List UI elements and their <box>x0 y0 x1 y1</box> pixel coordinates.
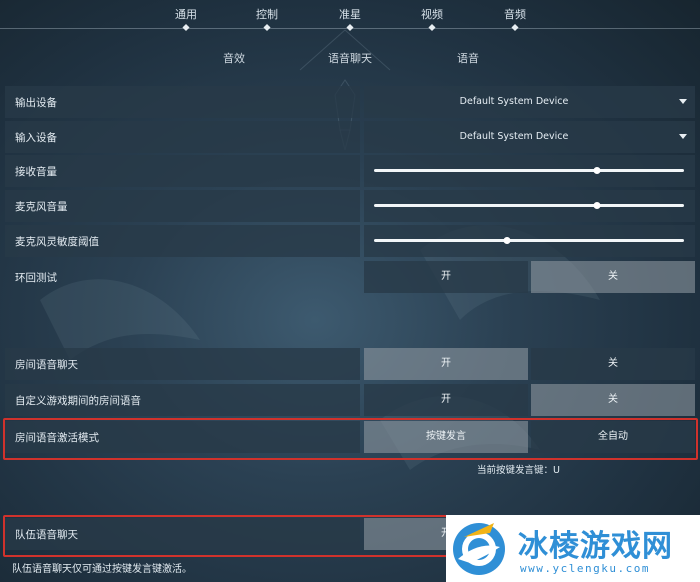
setting-row-mic-volume: 麦克风音量 <box>5 190 695 222</box>
setting-row-custom-game-party-voice: 自定义游戏期间的房间语音 开 关 <box>5 384 695 416</box>
slider-thumb[interactable] <box>593 167 601 174</box>
setting-label: 接收音量 <box>15 166 57 178</box>
setting-row-output-device: 输出设备 Default System Device <box>5 86 695 118</box>
highlight-box <box>3 418 698 460</box>
loopback-toggle: 开 关 <box>364 261 695 293</box>
setting-row-input-device: 输入设备 Default System Device <box>5 121 695 153</box>
setting-label: 环回测试 <box>15 272 57 284</box>
setting-label: 输入设备 <box>15 132 57 144</box>
custom-game-voice-off-button[interactable]: 关 <box>531 384 695 416</box>
dropdown-value: Default System Device <box>459 96 569 107</box>
setting-label: 输出设备 <box>15 97 57 109</box>
custom-game-voice-on-button[interactable]: 开 <box>364 384 528 416</box>
party-voice-off-button[interactable]: 关 <box>531 348 695 380</box>
loopback-on-button[interactable]: 开 <box>364 261 528 293</box>
watermark: 冰棱游戏网 www.yclengku.com <box>446 515 700 582</box>
slider-thumb[interactable] <box>503 237 511 244</box>
nav-marker <box>182 23 190 32</box>
tab-video[interactable]: 视频 <box>421 6 443 22</box>
mic-sensitivity-slider[interactable] <box>364 225 695 257</box>
mic-volume-slider[interactable] <box>364 190 695 222</box>
party-voice-toggle: 开 关 <box>364 348 695 380</box>
slider-track[interactable] <box>374 204 684 207</box>
nav-marker <box>263 23 271 32</box>
current-ptt-key-note: 当前按键发言键：U <box>477 465 560 476</box>
input-device-dropdown[interactable]: Default System Device <box>364 121 695 153</box>
setting-label: 麦克风音量 <box>15 201 68 213</box>
tab-controls[interactable]: 控制 <box>256 6 278 22</box>
watermark-title: 冰棱游戏网 <box>518 529 673 564</box>
tab-audio[interactable]: 音频 <box>504 6 526 22</box>
setting-row-party-voice: 房间语音聊天 开 关 <box>5 348 695 380</box>
slider-track[interactable] <box>374 169 684 172</box>
setting-label: 自定义游戏期间的房间语音 <box>15 395 141 407</box>
receive-volume-slider[interactable] <box>364 155 695 187</box>
nav-marker <box>346 23 354 32</box>
subtab-voice-chat[interactable]: 语音聊天 <box>328 50 372 66</box>
output-device-dropdown[interactable]: Default System Device <box>364 86 695 118</box>
custom-game-voice-toggle: 开 关 <box>364 384 695 416</box>
loopback-off-button[interactable]: 关 <box>531 261 695 293</box>
slider-track[interactable] <box>374 239 684 242</box>
setting-label: 麦克风灵敏度阈值 <box>15 236 99 248</box>
subtab-sound-effects[interactable]: 音效 <box>223 50 245 66</box>
top-nav: 通用 控制 准星 视频 音频 <box>0 0 700 36</box>
nav-marker <box>428 23 436 32</box>
setting-row-receive-volume: 接收音量 <box>5 155 695 187</box>
chevron-down-icon <box>679 99 687 104</box>
dropdown-value: Default System Device <box>459 131 569 142</box>
party-voice-on-button[interactable]: 开 <box>364 348 528 380</box>
subtab-voice[interactable]: 语音 <box>457 50 479 66</box>
tab-general[interactable]: 通用 <box>175 6 197 22</box>
watermark-logo-icon <box>453 523 505 575</box>
slider-thumb[interactable] <box>593 202 601 209</box>
chevron-down-icon <box>679 134 687 139</box>
setting-row-loopback-test: 环回测试 开 关 <box>5 261 695 293</box>
setting-label: 房间语音聊天 <box>15 359 78 371</box>
tab-crosshair[interactable]: 准星 <box>339 6 361 22</box>
nav-marker <box>511 23 519 32</box>
team-voice-note: 队伍语音聊天仅可通过按键发言键激活。 <box>12 564 192 575</box>
watermark-url: www.yclengku.com <box>520 562 650 575</box>
setting-row-mic-sensitivity: 麦克风灵敏度阈值 <box>5 225 695 257</box>
